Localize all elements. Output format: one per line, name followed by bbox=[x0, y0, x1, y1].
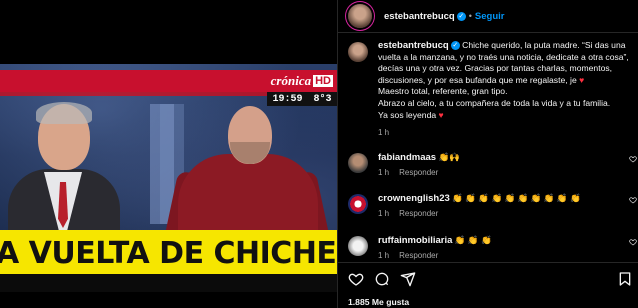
comment-item: ruffainmobiliaria 👏 👏 👏 1 h Responder bbox=[348, 235, 638, 260]
separator-dot: • bbox=[468, 11, 472, 21]
comment-text: 👏🙌 bbox=[438, 152, 460, 162]
author-avatar[interactable] bbox=[348, 4, 372, 28]
author-username[interactable]: estebantrebucq bbox=[384, 11, 455, 22]
commenter-avatar[interactable] bbox=[348, 153, 368, 173]
channel-name: crónica bbox=[270, 73, 312, 88]
likes-count[interactable]: 1.885 Me gusta bbox=[348, 297, 409, 307]
comment-icon[interactable] bbox=[374, 271, 390, 287]
clock-bar: 19:59 8°3 bbox=[267, 92, 337, 106]
heart-emoji: ♥ bbox=[579, 74, 585, 85]
channel-logo: crónica HD bbox=[264, 72, 337, 90]
reply-button[interactable]: Responder bbox=[399, 251, 438, 260]
commenter-username[interactable]: fabiandmaas bbox=[378, 152, 436, 163]
tv-frame-image: crónica HD 19:59 8°3 A VUELTA DE CHICHE bbox=[0, 64, 337, 292]
broadcast-time: 19:59 bbox=[272, 93, 303, 105]
ticker-strip bbox=[0, 274, 337, 292]
verified-icon: ✓ bbox=[450, 41, 460, 51]
caption-avatar[interactable] bbox=[348, 42, 368, 62]
commenter-username[interactable]: crownenglish23 bbox=[378, 193, 450, 204]
post-caption: estebantrebucq ✓ Chiche querido, la puta … bbox=[348, 40, 636, 139]
caption-part-2: Maestro total, referente, gran tipo. Abr… bbox=[378, 86, 611, 120]
headline-banner: A VUELTA DE CHICHE bbox=[0, 230, 337, 274]
comment-like-icon[interactable] bbox=[629, 155, 637, 163]
host-left-hair bbox=[36, 102, 92, 124]
broadcast-temperature: 8°3 bbox=[313, 93, 332, 105]
comment-text: 👏 👏 👏 👏 👏 👏 👏 👏 👏 👏 bbox=[452, 193, 581, 203]
caption-username[interactable]: estebantrebucq bbox=[378, 40, 449, 51]
comment-like-icon[interactable] bbox=[629, 196, 637, 204]
post-media[interactable]: crónica HD 19:59 8°3 A VUELTA DE CHICHE bbox=[0, 0, 337, 308]
commenter-avatar[interactable] bbox=[348, 194, 368, 214]
caption-time: 1 h bbox=[378, 128, 390, 138]
comment-item: crownenglish23 👏 👏 👏 👏 👏 👏 👏 👏 👏 👏 1 h Re… bbox=[348, 193, 638, 218]
caption-text: estebantrebucq ✓ Chiche querido, la puta … bbox=[378, 40, 636, 121]
heart-icon[interactable] bbox=[348, 271, 364, 287]
follow-button[interactable]: Seguir bbox=[475, 11, 505, 22]
reply-button[interactable]: Responder bbox=[399, 209, 438, 218]
commenter-username[interactable]: ruffainmobiliaria bbox=[378, 235, 452, 246]
comment-time: 1 h bbox=[378, 209, 390, 218]
post-actions: 1.885 Me gusta bbox=[338, 262, 638, 308]
comment-item: fabiandmaas 👏🙌 1 h Responder bbox=[348, 152, 638, 177]
comment-like-icon[interactable] bbox=[629, 238, 637, 246]
post-header: estebantrebucq ✓ • Seguir bbox=[338, 0, 638, 33]
reply-button[interactable]: Responder bbox=[399, 168, 438, 177]
heart-emoji: ♥ bbox=[438, 109, 444, 120]
comment-time: 1 h bbox=[378, 251, 390, 260]
verified-icon: ✓ bbox=[456, 11, 466, 21]
post-panel: estebantrebucq ✓ • Seguir estebantrebucq… bbox=[337, 0, 638, 308]
bookmark-icon[interactable] bbox=[617, 271, 633, 287]
headline-text: A VUELTA DE CHICHE bbox=[0, 236, 337, 271]
commenter-avatar[interactable] bbox=[348, 236, 368, 256]
comment-text: 👏 👏 👏 bbox=[454, 235, 492, 245]
channel-hd-badge: HD bbox=[313, 75, 333, 87]
comment-time: 1 h bbox=[378, 168, 390, 177]
share-icon[interactable] bbox=[400, 271, 416, 287]
